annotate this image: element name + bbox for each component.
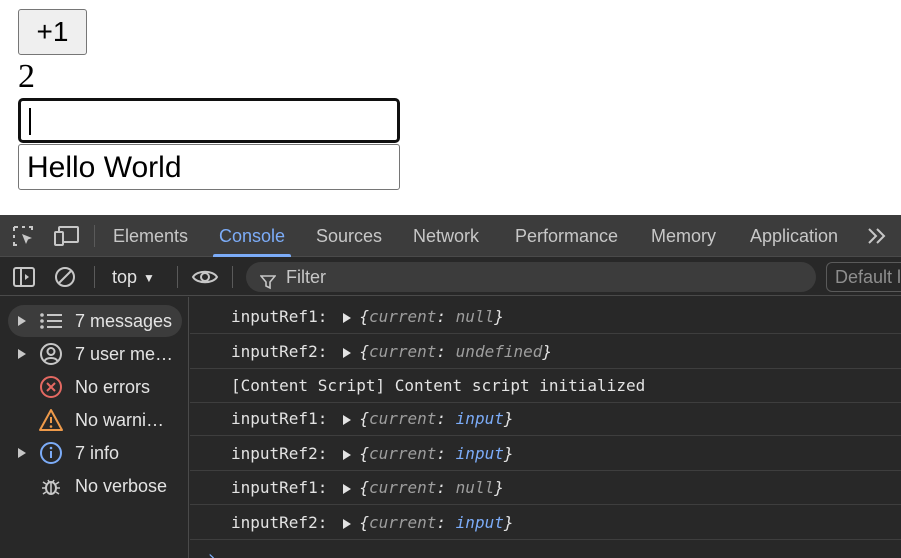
log-prefix: inputRef2: — [231, 513, 328, 532]
console-message: inputRef1: {current: null} — [190, 300, 901, 334]
focused-text-input[interactable] — [18, 98, 400, 143]
app-page: +1 2 Hello World — [0, 0, 901, 215]
sidebar-item-user-messages[interactable]: 7 user me… — [8, 338, 182, 370]
console-message: inputRef2: {current: undefined} — [190, 335, 901, 369]
log-prefix: inputRef2: — [231, 342, 328, 361]
console-message: [Content Script] Content script initiali… — [190, 369, 901, 403]
console-message: inputRef1: {current: input} — [190, 402, 901, 436]
tab-network[interactable]: Network — [413, 215, 479, 257]
console-message: inputRef2: {current: input} — [190, 437, 901, 471]
expand-object-icon[interactable] — [343, 518, 352, 529]
expand-arrow-icon[interactable] — [18, 349, 26, 359]
expand-object-icon[interactable] — [343, 483, 352, 494]
sidebar-item-info[interactable]: 7 info — [8, 437, 182, 469]
object-value[interactable]: input — [456, 409, 504, 428]
expand-object-icon[interactable] — [343, 347, 352, 358]
warning-icon — [38, 408, 64, 432]
sidebar-item-label: 7 messages — [75, 311, 173, 331]
devtools-panel: Elements Console Sources Network Perform… — [0, 215, 901, 558]
devtools-tab-bar: Elements Console Sources Network Perform… — [0, 215, 901, 257]
expand-arrow-icon[interactable] — [18, 316, 26, 326]
object-key: current — [368, 478, 437, 497]
filter-placeholder: Filter — [286, 267, 326, 287]
list-icon — [38, 309, 64, 333]
console-message: inputRef2: {current: input} — [190, 506, 901, 540]
tab-separator — [94, 225, 95, 247]
log-prefix: inputRef2: — [231, 444, 328, 463]
console-message: inputRef1: {current: null} — [190, 471, 901, 505]
sidebar-item-label: No errors — [75, 377, 151, 397]
bug-icon — [38, 474, 64, 498]
eye-icon[interactable] — [191, 266, 219, 288]
object-key: current — [368, 342, 437, 361]
device-toolbar-icon[interactable] — [54, 225, 79, 247]
log-levels-dropdown[interactable]: Default levels — [826, 262, 901, 292]
console-toolbar: top ▼ Filter Default levels — [0, 258, 901, 296]
tab-sources[interactable]: Sources — [316, 215, 382, 257]
sidebar-item-label: 7 info — [75, 443, 120, 463]
log-prefix: inputRef1: — [231, 478, 328, 497]
count-display: 2 — [18, 58, 35, 95]
log-text: [Content Script] Content script initiali… — [231, 376, 646, 395]
tab-memory[interactable]: Memory — [651, 215, 716, 257]
toolbar-separator — [232, 266, 233, 288]
expand-object-icon[interactable] — [343, 414, 352, 425]
expand-object-icon[interactable] — [343, 312, 352, 323]
tab-performance[interactable]: Performance — [515, 215, 618, 257]
sidebar-item-messages[interactable]: 7 messages — [8, 305, 182, 337]
log-prefix: inputRef1: — [231, 409, 328, 428]
sidebar-item-errors[interactable]: No errors — [8, 371, 182, 403]
dropdown-arrow-icon: ▼ — [143, 271, 155, 286]
sidebar-toggle-icon[interactable] — [12, 266, 36, 288]
toolbar-separator — [94, 266, 95, 288]
object-value: null — [455, 478, 495, 497]
context-value: top — [112, 267, 138, 287]
toolbar-separator — [177, 266, 178, 288]
error-icon — [38, 375, 64, 399]
sidebar-item-label: 7 user me… — [75, 344, 174, 364]
sidebar-item-label: No warni… — [75, 410, 165, 430]
filter-input[interactable]: Filter — [246, 262, 816, 292]
object-value: undefined — [455, 342, 543, 361]
sidebar-item-warnings[interactable]: No warni… — [8, 404, 182, 436]
object-value[interactable]: input — [456, 513, 504, 532]
object-value[interactable]: input — [456, 444, 504, 463]
log-prefix: inputRef1: — [231, 307, 328, 326]
increment-button[interactable]: +1 — [18, 9, 87, 55]
tab-console[interactable]: Console — [212, 215, 292, 257]
filter-icon — [259, 269, 277, 290]
object-key: current — [368, 444, 437, 463]
sidebar-item-verbose[interactable]: No verbose — [8, 470, 182, 502]
chevron-double-right-icon[interactable] — [866, 226, 890, 248]
expand-arrow-icon[interactable] — [18, 448, 26, 458]
object-key: current — [368, 409, 437, 428]
info-icon — [38, 441, 64, 465]
console-messages: inputRef1: {current: null} inputRef2: {cur… — [190, 297, 901, 558]
object-key: current — [368, 513, 437, 532]
console-sidebar: 7 messages 7 user me… No errors No warni… — [0, 297, 189, 558]
hello-text-input[interactable]: Hello World — [18, 144, 400, 190]
object-value: null — [455, 307, 495, 326]
expand-object-icon[interactable] — [343, 449, 352, 460]
context-selector[interactable]: top ▼ — [112, 258, 155, 296]
console-prompt-icon[interactable]: › — [206, 547, 217, 558]
tab-elements[interactable]: Elements — [113, 215, 188, 257]
clear-console-icon[interactable] — [53, 266, 77, 288]
object-key: current — [368, 307, 437, 326]
tab-application[interactable]: Application — [750, 215, 838, 257]
text-caret — [29, 108, 31, 135]
inspect-element-icon[interactable] — [12, 225, 36, 247]
sidebar-item-label: No verbose — [75, 476, 168, 496]
user-icon — [38, 342, 64, 366]
